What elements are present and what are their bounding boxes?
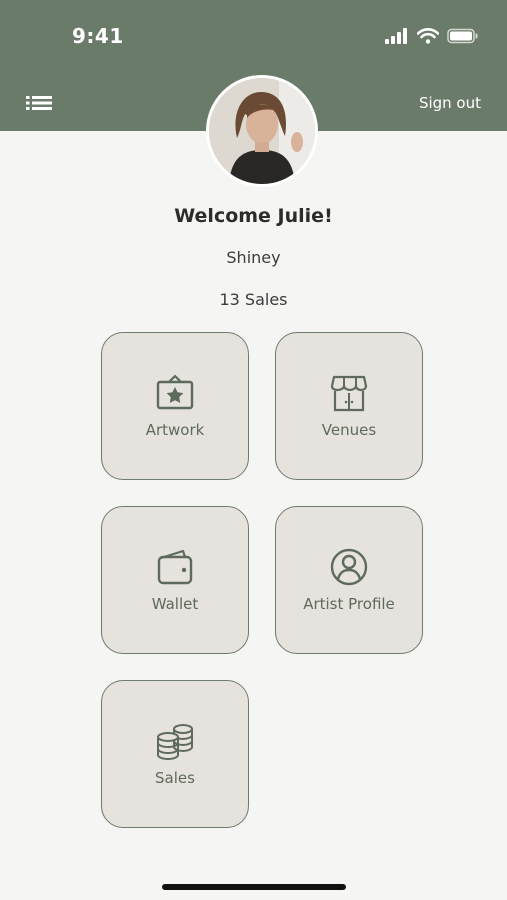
artist-profile-tile[interactable]: Artist Profile — [275, 506, 423, 654]
artwork-tile[interactable]: Artwork — [101, 332, 249, 480]
avatar[interactable] — [206, 75, 318, 187]
coins-stack-icon — [157, 724, 193, 761]
avatar-photo — [209, 78, 315, 184]
welcome-heading: Welcome Julie! — [174, 205, 333, 227]
venues-tile-label: Venues — [321, 421, 377, 439]
battery-icon — [447, 28, 478, 44]
status-time: 9:41 — [72, 24, 124, 48]
sales-tile-label: Sales — [155, 769, 195, 787]
wallet-icon — [157, 549, 193, 585]
home-indicator[interactable] — [162, 884, 346, 890]
menu-list-icon[interactable] — [24, 92, 56, 114]
sales-count: 13 Sales — [219, 290, 288, 309]
sign-out-button[interactable]: Sign out — [419, 94, 481, 112]
sales-tile[interactable]: Sales — [101, 680, 249, 828]
artwork-tile-label: Artwork — [145, 421, 205, 439]
status-icons — [385, 26, 479, 46]
venues-tile[interactable]: Venues — [275, 332, 423, 480]
storefront-icon — [330, 375, 368, 412]
wallet-tile[interactable]: Wallet — [101, 506, 249, 654]
wifi-icon — [417, 28, 439, 44]
framed-star-icon — [156, 374, 194, 410]
user-display-name: Shiney — [226, 248, 281, 267]
artist-profile-tile-label: Artist Profile — [303, 595, 395, 613]
wallet-tile-label: Wallet — [151, 595, 199, 613]
cellular-signal-icon — [385, 28, 407, 44]
user-circle-icon — [330, 548, 368, 586]
